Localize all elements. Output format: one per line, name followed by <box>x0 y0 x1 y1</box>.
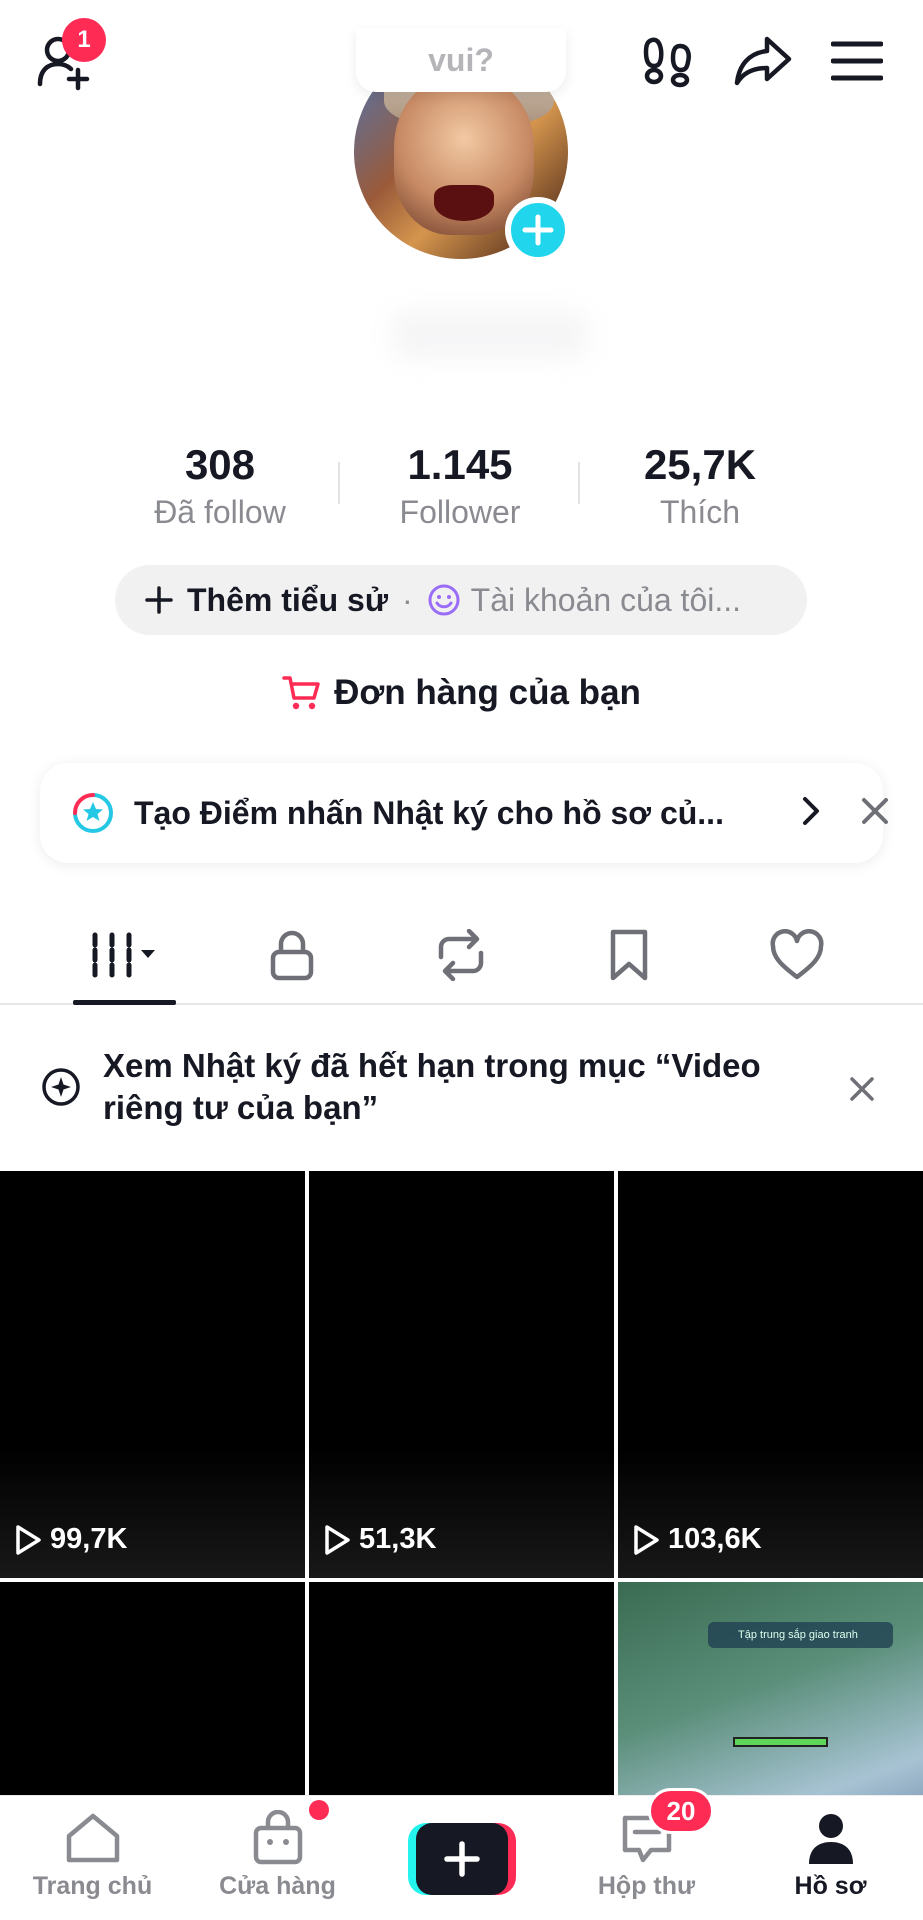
blurred-username <box>390 310 590 360</box>
highlight-card[interactable]: Tạo Điểm nhấn Nhật ký cho hồ sơ củ... <box>40 763 888 863</box>
play-icon <box>634 1524 659 1555</box>
video-thumbnail[interactable]: 103,6K <box>618 1171 923 1578</box>
plus-icon <box>444 1841 480 1877</box>
nav-home[interactable]: Trang chủ <box>0 1810 185 1910</box>
active-tab-indicator <box>73 1000 176 1005</box>
stat-following[interactable]: 308 Đã follow <box>100 440 340 530</box>
share-icon <box>734 36 792 86</box>
notice-close-button[interactable] <box>845 1072 879 1111</box>
thumbnail-gradient <box>0 1448 305 1578</box>
view-count: 103,6K <box>632 1523 762 1556</box>
cart-icon <box>282 676 320 710</box>
close-icon <box>850 1077 874 1101</box>
nav-home-label: Trang chủ <box>32 1872 153 1900</box>
nav-inbox[interactable]: Hộp thư 20 <box>554 1788 739 1910</box>
view-count-label: 99,7K <box>50 1523 128 1555</box>
video-thumbnail[interactable]: 51,3K <box>309 1171 614 1578</box>
bio-pill[interactable]: Thêm tiểu sử · Tài khoản của tôi... <box>115 565 807 635</box>
create-button-core <box>416 1823 508 1895</box>
stat-value: 25,7K <box>643 441 757 488</box>
tab-favorites[interactable] <box>574 925 684 985</box>
smiley-icon <box>428 584 460 616</box>
highlight-text: Tạo Điểm nhấn Nhật ký cho hồ sơ củ... <box>134 794 724 831</box>
share-profile-button[interactable] <box>728 26 798 96</box>
view-count: 99,7K <box>14 1523 127 1556</box>
heart-icon <box>770 929 824 980</box>
nav-profile[interactable]: Hồ sơ <box>738 1810 923 1910</box>
profile-stats: 308 Đã follow 1.145 Follower 25,7K Thích <box>100 440 820 530</box>
add-bio-label: Thêm tiểu sử <box>187 581 388 618</box>
video-thumbnail[interactable]: Tập trung sắp giao tranh <box>618 1582 923 1796</box>
thumbnail-gradient <box>309 1448 614 1578</box>
view-count-label: 51,3K <box>359 1523 437 1555</box>
tab-private[interactable] <box>237 925 347 985</box>
hamburger-icon <box>831 41 883 81</box>
stat-value: 308 <box>184 441 256 488</box>
bottom-nav: Trang chủ Cửa hàng Hộp thư 20 Hồ sơ <box>0 1788 923 1920</box>
plus-icon <box>522 214 554 246</box>
avatar-mouth <box>434 185 494 221</box>
expired-stories-notice[interactable]: Xem Nhật ký đã hết hạn trong mục “Video … <box>0 1030 923 1170</box>
video-thumbnail[interactable] <box>309 1582 614 1796</box>
account-type-button[interactable]: Tài khoản của tôi... <box>427 582 741 619</box>
game-health-bar <box>733 1737 828 1747</box>
profile-views-button[interactable] <box>632 26 702 96</box>
sparkle-icon <box>42 1068 80 1106</box>
repost-icon <box>438 929 484 981</box>
shopping-bag-icon <box>253 1810 302 1865</box>
video-thumbnail[interactable]: 99,7K <box>0 1171 305 1578</box>
tab-videos[interactable] <box>70 925 180 985</box>
play-icon <box>16 1524 41 1555</box>
nav-inbox-label: Hộp thư <box>597 1872 696 1900</box>
star-highlight-icon <box>73 793 113 833</box>
profile-icon <box>808 1814 853 1864</box>
video-grid: 99,7K 51,3K 103,6K Tập trung sắp giao tr… <box>0 1171 923 1796</box>
highlight-open-button[interactable] <box>795 791 825 836</box>
stat-likes[interactable]: 25,7K Thích <box>580 440 820 530</box>
close-icon <box>862 798 888 824</box>
chevron-right-icon <box>803 797 819 825</box>
nav-profile-label: Hồ sơ <box>794 1872 867 1900</box>
highlight-close-button[interactable] <box>855 791 895 836</box>
game-banner: Tập trung sắp giao tranh <box>708 1622 893 1648</box>
profile-tabs <box>0 905 923 1005</box>
view-count-label: 103,6K <box>668 1523 762 1555</box>
add-bio-button[interactable]: Thêm tiểu sử <box>145 582 388 619</box>
stat-label: Đã follow <box>154 494 286 530</box>
stat-label: Thích <box>659 494 741 530</box>
account-type-label: Tài khoản của tôi... <box>470 581 742 618</box>
video-thumbnail[interactable] <box>0 1582 305 1796</box>
friends-badge: 1 <box>62 18 106 62</box>
orders-link[interactable]: Đơn hàng của bạn <box>0 665 923 721</box>
footprints-icon <box>643 37 691 88</box>
thumbnail-gradient <box>618 1448 923 1578</box>
notice-icon-wrap <box>40 1066 82 1113</box>
stat-value: 1.145 <box>407 441 513 488</box>
bio-separator: · <box>401 581 413 618</box>
grid-dropdown-icon <box>92 932 155 978</box>
status-bubble[interactable]: vui? <box>356 28 566 92</box>
nav-shop[interactable]: Cửa hàng <box>185 1800 370 1910</box>
lock-icon <box>270 930 314 981</box>
create-button[interactable] <box>408 1823 516 1895</box>
stat-label: Follower <box>399 494 521 530</box>
plus-icon <box>145 586 173 614</box>
shop-notification-dot <box>309 1800 329 1820</box>
view-count: 51,3K <box>323 1523 436 1556</box>
tab-liked[interactable] <box>742 925 852 985</box>
tab-reposts[interactable] <box>406 925 516 985</box>
add-friends-button[interactable]: 1 <box>30 18 106 96</box>
menu-button[interactable] <box>822 26 892 96</box>
orders-label: Đơn hàng của bạn <box>334 673 641 712</box>
home-icon <box>66 1813 119 1863</box>
play-icon <box>325 1524 350 1555</box>
notice-text: Xem Nhật ký đã hết hạn trong mục “Video … <box>103 1047 761 1126</box>
add-story-button[interactable] <box>505 197 571 263</box>
stat-followers[interactable]: 1.145 Follower <box>340 440 580 530</box>
bookmark-icon <box>610 929 648 981</box>
nav-shop-label: Cửa hàng <box>219 1872 336 1900</box>
inbox-badge: 20 <box>648 1788 714 1834</box>
